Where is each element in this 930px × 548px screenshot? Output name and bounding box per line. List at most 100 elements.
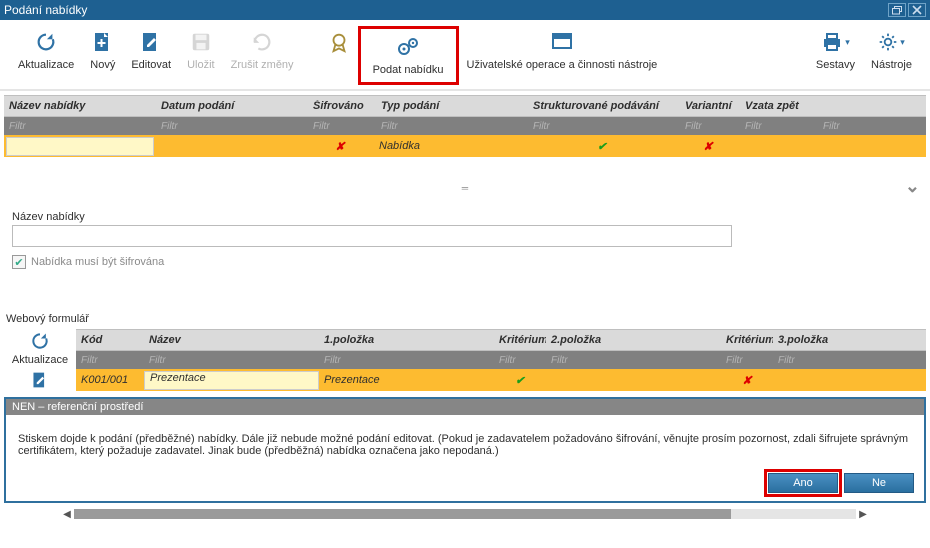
window-titlebar: Podání nabídky bbox=[0, 0, 930, 20]
scroll-left-icon[interactable]: ◀ bbox=[60, 509, 74, 520]
col-header-k2[interactable]: Kritérium bbox=[721, 334, 773, 346]
toolbar-label: Aktualizace bbox=[18, 59, 74, 71]
toolbar-label: Aktualizace bbox=[12, 354, 68, 366]
new-icon bbox=[93, 30, 113, 54]
cell-nazev[interactable]: Prezentace bbox=[144, 371, 319, 390]
col-header-p2[interactable]: 2.položka bbox=[546, 334, 721, 346]
filter-cell[interactable]: Filtr bbox=[144, 355, 319, 366]
webform-section-label: Webový formulář bbox=[0, 305, 930, 329]
confirm-dialog: NEN – referenční prostředí Stiskem dojde… bbox=[4, 397, 926, 503]
filter-cell[interactable]: Filtr bbox=[76, 355, 144, 366]
undo-icon bbox=[251, 30, 273, 54]
filter-cell[interactable]: Filtr bbox=[680, 121, 740, 132]
reports-button[interactable]: ▾ Sestavy bbox=[808, 26, 863, 75]
cell-sifrovano: ✘ bbox=[306, 140, 374, 153]
col-header-k1[interactable]: Kritérium bbox=[494, 334, 546, 346]
toolbar-label: Sestavy bbox=[816, 59, 855, 71]
filter-cell[interactable]: Filtr bbox=[773, 355, 926, 366]
window-title: Podání nabídky bbox=[4, 3, 87, 17]
close-window-button[interactable] bbox=[908, 3, 926, 17]
filter-cell[interactable]: Filtr bbox=[494, 355, 546, 366]
cell-typ: Nabídka bbox=[374, 140, 526, 152]
col-header-datum[interactable]: Datum podání bbox=[156, 100, 308, 112]
encrypt-checkbox: ✔ bbox=[12, 255, 26, 269]
col-header-sifrovano[interactable]: Šifrováno bbox=[308, 100, 376, 112]
filter-cell[interactable]: Filtr bbox=[4, 121, 156, 132]
tools-button[interactable]: ▾ Nástroje bbox=[863, 26, 920, 75]
filter-cell[interactable]: Filtr bbox=[546, 355, 721, 366]
submit-offer-button[interactable]: Podat nabídku bbox=[365, 31, 452, 80]
badge-button[interactable] bbox=[320, 26, 358, 72]
edit-icon bbox=[141, 30, 161, 54]
toolbar-label: Uživatelské operace a činnosti nástroje bbox=[467, 59, 658, 71]
webform-edit-button[interactable] bbox=[27, 370, 53, 390]
col-header-vzata[interactable]: Vzata zpět bbox=[740, 100, 818, 112]
grid-header-row: Název nabídky Datum podání Šifrováno Typ… bbox=[4, 95, 926, 117]
cell-nazev[interactable] bbox=[6, 137, 154, 156]
filter-cell[interactable]: Filtr bbox=[721, 355, 773, 366]
cell-variant: ✘ bbox=[678, 140, 738, 153]
splitter-handle[interactable]: ═ bbox=[4, 183, 926, 199]
dialog-yes-button[interactable]: Ano bbox=[768, 473, 838, 493]
col-header-p1[interactable]: 1.položka bbox=[319, 334, 494, 346]
offers-grid: Název nabídky Datum podání Šifrováno Typ… bbox=[0, 91, 930, 203]
cell-k2: ✘ bbox=[721, 374, 773, 387]
gears-icon bbox=[395, 35, 421, 59]
save-icon bbox=[190, 30, 212, 54]
col-header-p3[interactable]: 3.položka bbox=[773, 334, 926, 346]
save-button: Uložit bbox=[179, 26, 223, 75]
cancel-changes-button: Zrušit změny bbox=[223, 26, 302, 75]
col-header-typ[interactable]: Typ podání bbox=[376, 100, 528, 112]
submit-highlight: Podat nabídku bbox=[358, 26, 459, 85]
toolbar-label: Podat nabídku bbox=[373, 64, 444, 76]
filter-cell[interactable]: Filtr bbox=[528, 121, 680, 132]
refresh-button[interactable]: Aktualizace bbox=[10, 26, 82, 75]
dialog-title: NEN – referenční prostředí bbox=[6, 399, 924, 415]
edit-button[interactable]: Editovat bbox=[123, 26, 179, 75]
main-toolbar: Aktualizace Nový Editovat Uložit Zrušit … bbox=[0, 20, 930, 91]
toolbar-label: Nástroje bbox=[871, 59, 912, 71]
cell-k1: ✔ bbox=[494, 374, 546, 387]
grid-filter-row: Filtr Filtr Filtr Filtr Filtr Filtr Filt… bbox=[76, 351, 926, 369]
cell-kod: K001/001 bbox=[76, 374, 144, 386]
scroll-right-icon[interactable]: ▶ bbox=[856, 509, 870, 520]
encrypt-label: Nabídka musí být šifrována bbox=[31, 256, 164, 268]
toolbar-label: Editovat bbox=[131, 59, 171, 71]
col-header-kod[interactable]: Kód bbox=[76, 334, 144, 346]
col-header-nazev[interactable]: Název nabídky bbox=[4, 100, 156, 112]
restore-window-button[interactable] bbox=[888, 3, 906, 17]
cell-p1: Prezentace bbox=[319, 374, 494, 386]
filter-cell[interactable]: Filtr bbox=[156, 121, 308, 132]
filter-cell[interactable]: Filtr bbox=[740, 121, 818, 132]
toolbar-label: Nový bbox=[90, 59, 115, 71]
badge-icon bbox=[328, 30, 350, 54]
refresh-icon bbox=[35, 30, 57, 54]
new-button[interactable]: Nový bbox=[82, 26, 123, 75]
cell-struktur: ✔ bbox=[526, 140, 678, 153]
grid-header-row: Kód Název 1.položka Kritérium 2.položka … bbox=[76, 329, 926, 351]
nazev-input[interactable] bbox=[12, 225, 732, 247]
filter-cell[interactable]: Filtr bbox=[319, 355, 494, 366]
gear-icon: ▾ bbox=[878, 30, 905, 54]
col-header-variant[interactable]: Variantní bbox=[680, 100, 740, 112]
panel-icon bbox=[551, 30, 573, 54]
refresh-icon bbox=[30, 331, 50, 351]
col-header-struktur[interactable]: Strukturované podávání bbox=[528, 100, 680, 112]
print-icon: ▾ bbox=[821, 30, 850, 54]
filter-cell[interactable]: Filtr bbox=[376, 121, 528, 132]
dialog-no-button[interactable]: Ne bbox=[844, 473, 914, 493]
scroll-thumb[interactable] bbox=[74, 509, 731, 519]
filter-cell[interactable]: Filtr bbox=[308, 121, 376, 132]
filter-cell[interactable]: Filtr bbox=[818, 121, 926, 132]
webform-row[interactable]: K001/001 Prezentace Prezentace ✔ ✘ bbox=[76, 369, 926, 391]
col-header-nazev[interactable]: Název bbox=[144, 334, 319, 346]
horizontal-scrollbar[interactable]: ◀ ▶ bbox=[0, 505, 930, 523]
nazev-label: Název nabídky bbox=[12, 211, 918, 223]
grid-filter-row: Filtr Filtr Filtr Filtr Filtr Filtr Filt… bbox=[4, 117, 926, 135]
scroll-track[interactable] bbox=[74, 509, 856, 519]
user-operations-button[interactable]: Uživatelské operace a činnosti nástroje bbox=[459, 26, 666, 75]
offer-row[interactable]: ✘ Nabídka ✔ ✘ bbox=[4, 135, 926, 157]
webform-refresh-button[interactable]: Aktualizace bbox=[12, 331, 68, 366]
dialog-body: Stiskem dojde k podání (předběžné) nabíd… bbox=[6, 415, 924, 467]
webform-grid: Aktualizace Kód Název 1.položka Kritériu… bbox=[0, 329, 930, 395]
